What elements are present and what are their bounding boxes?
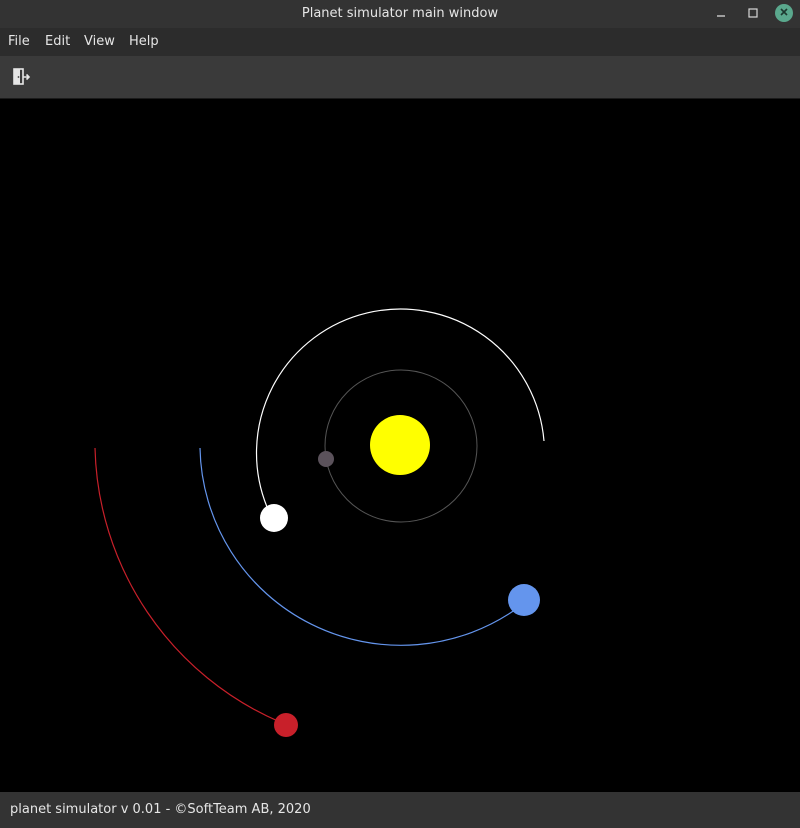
toolbar [0, 56, 800, 99]
menu-edit[interactable]: Edit [45, 28, 70, 56]
status-text: planet simulator v 0.01 - ©SoftTeam AB, … [10, 802, 311, 817]
menu-file[interactable]: File [8, 28, 30, 56]
close-icon [779, 6, 789, 20]
close-button[interactable] [775, 4, 793, 22]
title-bar[interactable]: Planet simulator main window [0, 0, 800, 28]
white-planet[interactable] [260, 504, 288, 532]
maximize-icon [747, 7, 759, 22]
simulation-view [0, 99, 800, 792]
inner-planet[interactable] [318, 451, 334, 467]
exit-icon [10, 68, 32, 92]
menu-view[interactable]: View [84, 28, 115, 56]
minimize-button[interactable] [711, 4, 731, 24]
maximize-button[interactable] [743, 4, 763, 24]
blue-planet[interactable] [508, 584, 540, 616]
minimize-icon [715, 7, 727, 22]
exit-button[interactable] [10, 66, 32, 88]
menu-bar: File Edit View Help [0, 28, 800, 56]
red-planet[interactable] [274, 713, 298, 737]
menu-help[interactable]: Help [129, 28, 159, 56]
sun[interactable] [370, 415, 430, 475]
window-title: Planet simulator main window [301, 6, 499, 21]
main-window: Planet simulator main window File Edit V… [0, 0, 800, 828]
status-bar: planet simulator v 0.01 - ©SoftTeam AB, … [0, 792, 800, 828]
simulation-canvas[interactable] [0, 99, 800, 792]
